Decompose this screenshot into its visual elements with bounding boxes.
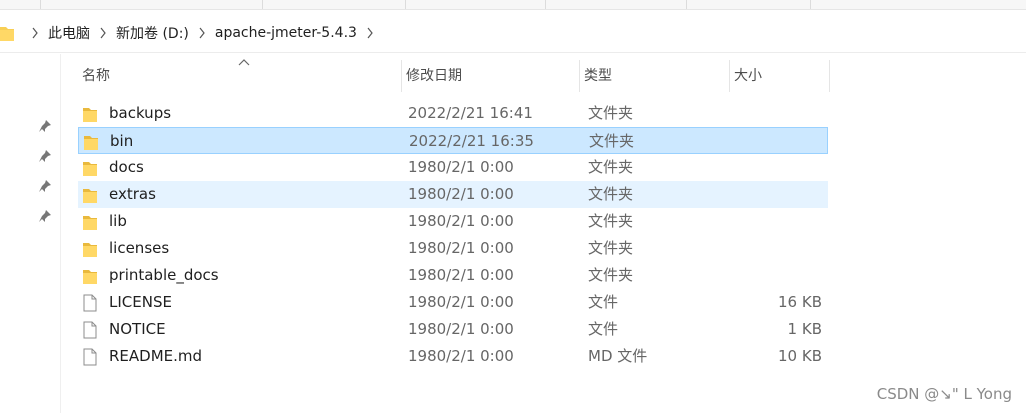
file-date: 2022/2/21 16:41	[408, 104, 533, 122]
file-name: NOTICE	[109, 320, 166, 338]
ribbon-separator	[262, 0, 263, 9]
breadcrumb-item[interactable]: 新加卷 (D:)	[116, 21, 189, 45]
ribbon-separator	[810, 0, 811, 9]
column-header-date[interactable]: 修改日期	[402, 60, 580, 92]
file-name: docs	[109, 158, 144, 176]
file-row[interactable]: licenses 1980/2/1 0:00 文件夹	[78, 235, 828, 262]
chevron-right-icon[interactable]	[198, 27, 206, 39]
file-row[interactable]: README.md 1980/2/1 0:00 MD 文件 10 KB	[78, 343, 828, 370]
column-header-name[interactable]: 名称	[78, 60, 402, 92]
chevron-right-icon[interactable]	[99, 27, 107, 39]
file-date: 1980/2/1 0:00	[408, 293, 514, 311]
column-header-type[interactable]: 类型	[580, 60, 730, 92]
chevron-right-icon[interactable]	[366, 27, 374, 39]
file-explorer-window: 此电脑 新加卷 (D:) apache-jmeter-5.4.3 名称 修改日期…	[0, 0, 1026, 413]
folder-icon	[83, 213, 101, 231]
file-date: 1980/2/1 0:00	[408, 158, 514, 176]
file-type: 文件夹	[588, 104, 634, 122]
file-row[interactable]: printable_docs 1980/2/1 0:00 文件夹	[78, 262, 828, 289]
file-type: 文件	[588, 320, 619, 338]
folder-icon	[84, 133, 102, 151]
ribbon-separator	[40, 0, 41, 9]
file-row[interactable]: backups 2022/2/21 16:41 文件夹	[78, 100, 828, 127]
file-name: LICENSE	[109, 293, 172, 311]
folder-icon	[0, 24, 14, 42]
file-type: 文件	[588, 293, 619, 311]
chevron-right-icon[interactable]	[31, 27, 39, 39]
file-name: extras	[109, 185, 156, 203]
file-type: 文件夹	[588, 185, 634, 203]
folder-icon	[83, 105, 101, 123]
file-row[interactable]: bin 2022/2/21 16:35 文件夹	[78, 127, 828, 154]
file-row[interactable]: docs 1980/2/1 0:00 文件夹	[78, 154, 828, 181]
file-name: bin	[110, 132, 134, 150]
ribbon-separator	[545, 0, 546, 9]
pin-icon[interactable]	[38, 178, 52, 192]
file-date: 1980/2/1 0:00	[408, 266, 514, 284]
file-size: 16 KB	[778, 293, 822, 311]
file-date: 1980/2/1 0:00	[408, 212, 514, 230]
file-type: 文件夹	[588, 239, 634, 257]
breadcrumb-item[interactable]: 此电脑	[48, 21, 90, 45]
file-type: 文件夹	[588, 158, 634, 176]
column-header-size[interactable]: 大小	[730, 60, 830, 92]
address-bar[interactable]: 此电脑 新加卷 (D:) apache-jmeter-5.4.3	[0, 14, 1026, 53]
file-name: printable_docs	[109, 266, 219, 284]
folder-icon	[83, 240, 101, 258]
file-type: 文件夹	[588, 212, 634, 230]
watermark: CSDN @↘" L Yong	[876, 385, 1012, 403]
file-row[interactable]: lib 1980/2/1 0:00 文件夹	[78, 208, 828, 235]
file-row[interactable]: LICENSE 1980/2/1 0:00 文件 16 KB	[78, 289, 828, 316]
breadcrumb-item[interactable]: apache-jmeter-5.4.3	[215, 23, 357, 43]
folder-icon	[83, 267, 101, 285]
file-icon	[83, 348, 101, 366]
file-icon	[83, 321, 101, 339]
file-name: lib	[109, 212, 127, 230]
file-row[interactable]: extras 1980/2/1 0:00 文件夹	[78, 181, 828, 208]
file-date: 1980/2/1 0:00	[408, 239, 514, 257]
file-date: 1980/2/1 0:00	[408, 185, 514, 203]
folder-icon	[83, 186, 101, 204]
pin-icon[interactable]	[38, 148, 52, 162]
file-type: 文件夹	[588, 266, 634, 284]
file-name: README.md	[109, 347, 203, 365]
file-size: 1 KB	[787, 320, 822, 338]
file-size: 10 KB	[778, 347, 822, 365]
file-name: licenses	[109, 239, 170, 257]
file-row[interactable]: NOTICE 1980/2/1 0:00 文件 1 KB	[78, 316, 828, 343]
ribbon-bar	[0, 0, 1026, 10]
pin-icon[interactable]	[38, 208, 52, 222]
file-date: 1980/2/1 0:00	[408, 320, 514, 338]
ribbon-separator	[686, 0, 687, 9]
file-icon	[83, 294, 101, 312]
file-type: 文件夹	[589, 132, 635, 150]
column-header: 名称 修改日期 类型 大小	[78, 59, 838, 92]
pin-icon[interactable]	[38, 118, 52, 132]
navigation-pane	[0, 54, 61, 413]
folder-icon	[83, 159, 101, 177]
file-date: 2022/2/21 16:35	[409, 132, 534, 150]
file-list: backups 2022/2/21 16:41 文件夹 bin 2022/2/21 16…	[78, 100, 828, 370]
ribbon-separator	[405, 0, 406, 9]
file-date: 1980/2/1 0:00	[408, 347, 514, 365]
file-type: MD 文件	[588, 347, 648, 365]
file-name: backups	[109, 104, 172, 122]
